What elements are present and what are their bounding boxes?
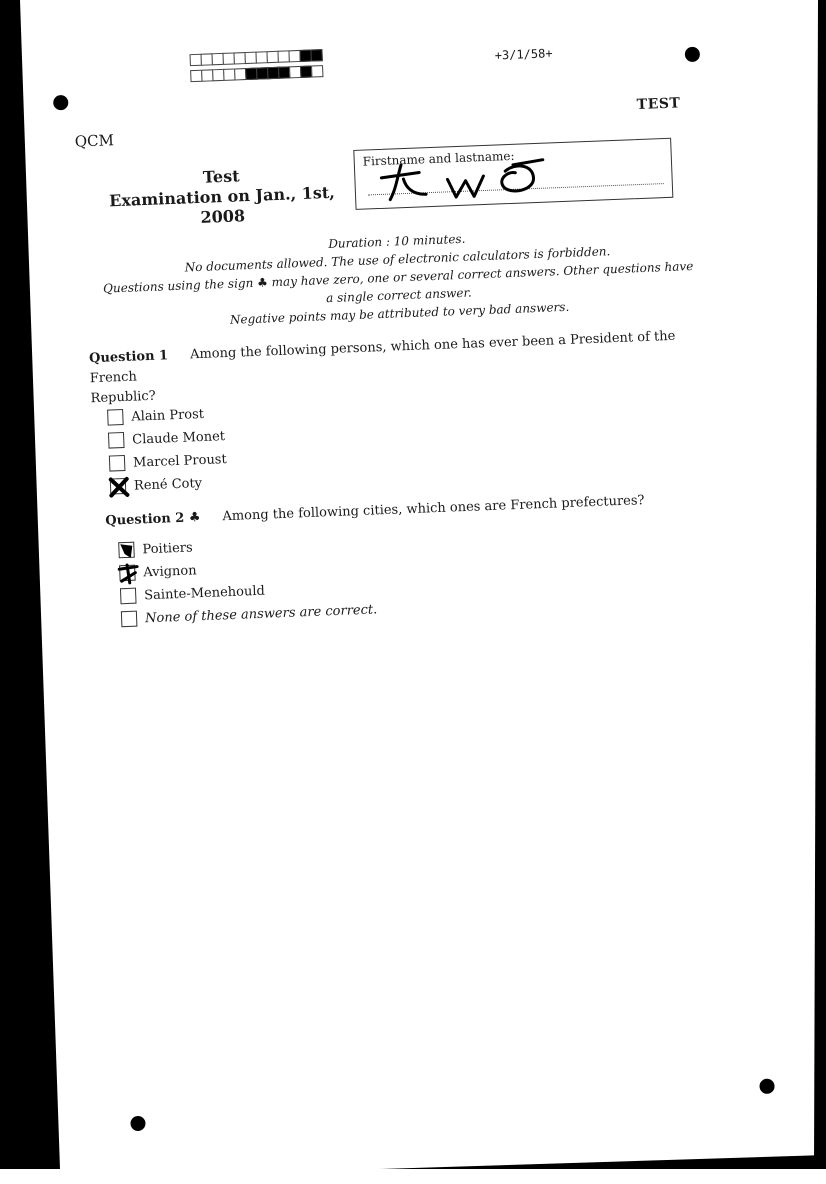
q2-answer-1-label: Poitiers xyxy=(142,539,193,557)
code-cell xyxy=(310,49,323,62)
question-1-text-cont: Republic? xyxy=(90,388,156,407)
q1-answer-3-checkbox[interactable] xyxy=(108,454,126,472)
q1-answer-4[interactable]: René Coty xyxy=(108,475,203,498)
q2-answer-3-label: Sainte-Menehould xyxy=(143,583,266,603)
test-label: TEST xyxy=(636,95,681,114)
q2-answer-2-checkbox[interactable] xyxy=(117,563,139,585)
q2-answer-4-label: None of these answers are correct. xyxy=(144,601,378,626)
q1-answer-1-checkbox[interactable] xyxy=(107,409,124,426)
qcm-label: QCM xyxy=(74,131,115,151)
question-1-text: Among the following persons, which one h… xyxy=(89,328,676,387)
q1-answer-1[interactable]: Alain Prost xyxy=(107,406,204,426)
q1-answer-2[interactable]: Claude Monet xyxy=(107,428,226,449)
q2-answer-3[interactable]: Sainte-Menehould xyxy=(119,583,266,605)
instructions: Duration : 10 minutes. No documents allo… xyxy=(87,220,710,334)
q2-answer-2[interactable]: Avignon xyxy=(117,562,197,585)
q2-answer-2-label: Avignon xyxy=(143,562,197,580)
question-1: Question 1 Among the following persons, w… xyxy=(89,326,701,409)
code-strip-row-1 xyxy=(189,49,323,67)
question-2: Question 2 ♣ Among the following cities, … xyxy=(105,488,715,531)
question-2-number: Question 2 ♣ xyxy=(105,510,201,529)
exam-title: Test Examination on Jan., 1st, 2008 xyxy=(106,163,338,232)
question-1-number: Question 1 xyxy=(88,348,169,367)
filled-mark-icon xyxy=(120,544,133,558)
q1-answer-2-checkbox[interactable] xyxy=(107,431,125,449)
registration-dot-bottom-right xyxy=(759,1078,775,1095)
q1-answer-3-label: Marcel Proust xyxy=(132,451,227,471)
q2-answer-1[interactable]: Poitiers xyxy=(118,539,193,559)
code-strip-row-2 xyxy=(190,65,324,83)
question-2-text: Among the following cities, which ones a… xyxy=(222,493,645,525)
q2-answer-1-checkbox[interactable] xyxy=(118,541,135,559)
q1-answer-2-label: Claude Monet xyxy=(131,428,226,448)
registration-dot-top-left xyxy=(52,94,69,111)
q1-answer-4-checkbox[interactable] xyxy=(108,476,130,498)
q2-answer-3-checkbox[interactable] xyxy=(119,587,137,605)
q1-answer-1-label: Alain Prost xyxy=(131,406,205,425)
q2-answer-4-checkbox[interactable] xyxy=(120,610,138,628)
name-box[interactable]: Firstname and lastname: xyxy=(353,137,674,210)
q2-answer-4[interactable]: None of these answers are correct. xyxy=(120,601,378,628)
registration-dot-top-right xyxy=(684,46,701,63)
registration-dot-bottom-left xyxy=(130,1115,146,1132)
cross-mark-icon xyxy=(108,476,130,498)
page-id: +3/1/58+ xyxy=(494,46,553,63)
exam-sheet: +3/1/58+ TEST QCM Test Examination on Ja… xyxy=(0,0,826,1184)
cross-mark-icon xyxy=(117,563,139,585)
q1-answer-3[interactable]: Marcel Proust xyxy=(108,451,227,472)
q1-answer-4-label: René Coty xyxy=(133,475,203,494)
code-cell xyxy=(311,65,324,78)
handwritten-name xyxy=(379,158,545,202)
